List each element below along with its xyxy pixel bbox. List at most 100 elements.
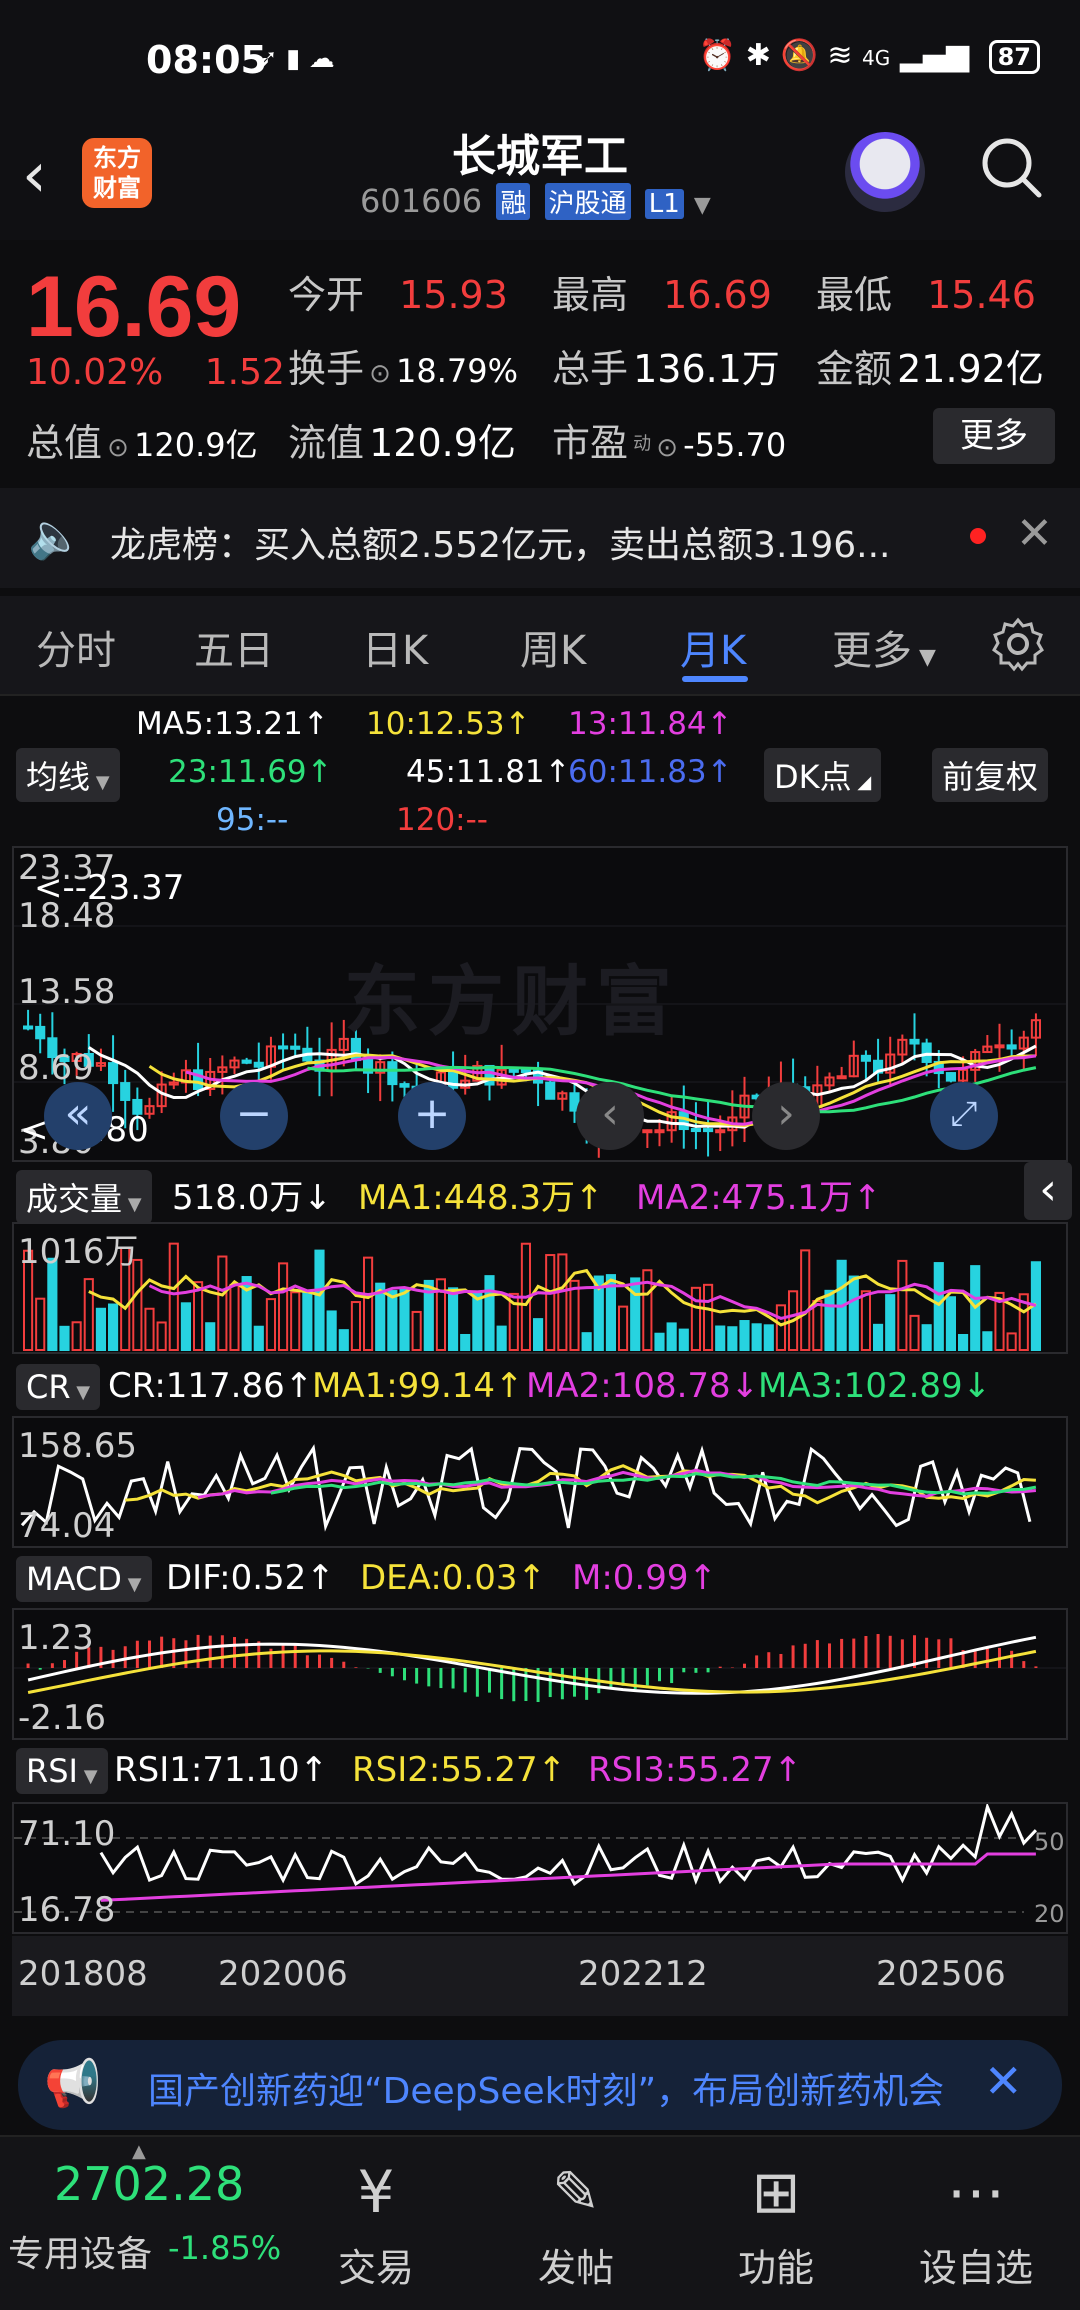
volume-bar (326, 1310, 337, 1351)
ma45-label: 45:11.81↑ (406, 754, 571, 790)
low-field: 最低 15.46 (816, 273, 1036, 317)
more-dots-icon: ⋯ (947, 2158, 1005, 2226)
volume-bar (83, 1278, 94, 1351)
rewind-icon[interactable]: « (44, 1082, 112, 1150)
macd-selector[interactable]: MACD ▼ (16, 1556, 152, 1602)
tab-monthly[interactable]: 月K (680, 618, 746, 676)
tab-intraday[interactable]: 分时 (36, 618, 116, 676)
tab-weekly[interactable]: 周K (520, 618, 586, 676)
network-label: 4G (862, 46, 891, 70)
collapse-icon[interactable]: ‹ (1024, 1162, 1072, 1220)
macd-m: M:0.99↑ (572, 1558, 717, 1598)
volume-bar (302, 1292, 313, 1351)
volume-bar (484, 1275, 495, 1352)
dragon-tiger-bar[interactable]: 🔈 龙虎榜：买入总额2.552亿元，卖出总额3.196... ✕ (0, 488, 1080, 588)
index-ticker[interactable]: ▲ 2702.28 专用设备 -1.85% (0, 2137, 290, 2310)
macd-y-max: 1.23 (18, 1618, 94, 1658)
next-icon[interactable]: › (752, 1082, 820, 1150)
tag-margin: 融 (496, 183, 531, 220)
chevron-down-icon: ▼ (693, 193, 711, 218)
candle (1006, 1044, 1017, 1050)
more-button[interactable]: 更多 (933, 408, 1055, 464)
close-icon[interactable]: ✕ (984, 2054, 1023, 2108)
ma-selector[interactable]: 均线 ▼ (16, 748, 120, 802)
candle (35, 1025, 46, 1040)
volume-bar (314, 1249, 325, 1351)
zoom-in-icon[interactable]: + (398, 1082, 466, 1150)
tab-daily[interactable]: 日K (362, 618, 428, 676)
stock-code-row[interactable]: 601606 融 沪股通 L1 ▼ (360, 182, 711, 220)
tab-5day[interactable]: 五日 (194, 618, 274, 676)
candle (253, 1061, 264, 1068)
volume-bar (945, 1296, 956, 1351)
pe-field: 市盈 动 ⊙ -55.70 (552, 421, 787, 465)
rsi-selector[interactable]: RSI ▼ (16, 1748, 108, 1794)
nav-add-watchlist[interactable]: ⋯ 设自选 (876, 2157, 1076, 2292)
fullscreen-icon[interactable]: ⤢ (930, 1082, 998, 1150)
dif-line (27, 1635, 1037, 1695)
close-icon[interactable]: ✕ (1016, 508, 1053, 559)
cr-chart[interactable]: 158.65 74.04 (12, 1416, 1068, 1548)
rsi2-value: RSI2:55.27↑ (352, 1750, 567, 1790)
volume-bar (460, 1333, 471, 1352)
candle (241, 1059, 252, 1064)
robot-avatar[interactable] (845, 132, 925, 212)
gear-icon[interactable] (990, 616, 1046, 672)
volume-bar (132, 1258, 143, 1351)
zoom-out-icon[interactable]: − (220, 1082, 288, 1150)
speaker-icon: 🔈 (28, 511, 83, 562)
dk-point-button[interactable]: DK点 ◢ (764, 748, 882, 802)
rsi-chart[interactable]: 71.10 16.78 50 20 (12, 1802, 1068, 1934)
candle (387, 1061, 398, 1086)
quote-panel: 16.69 10.02% 1.52 今开 15.93 最高 16.69 最低 1… (0, 240, 1080, 480)
x-label-4: 202506 (876, 1954, 1006, 1994)
ma10-label: 10:12.53↑ (366, 706, 531, 742)
bluetooth-icon: ✱ (745, 38, 771, 73)
macd-chart[interactable]: 1.23 -2.16 (12, 1608, 1068, 1740)
candle (23, 1025, 34, 1030)
volume-bar (411, 1310, 422, 1351)
unread-dot (970, 528, 986, 544)
info-icon[interactable]: ⊙ (107, 433, 129, 463)
info-icon[interactable]: ⊙ (369, 359, 391, 389)
volume-bar (193, 1281, 204, 1351)
change-amount: 1.52 (204, 352, 285, 393)
nav-functions[interactable]: ⊞ 功能 (676, 2157, 876, 2292)
high-field: 最高 16.69 (552, 273, 772, 317)
sector-name: 专用设备 (8, 2234, 153, 2275)
rsi-level-50: 50 (1034, 1828, 1065, 1856)
volume-bar (921, 1324, 932, 1352)
promo-banner[interactable]: 📢 国产创新药迎“DeepSeek时刻”，布局创新药机会 ✕ (18, 2040, 1062, 2130)
tag-connect: 沪股通 (544, 183, 631, 220)
macd-dif: DIF:0.52↑ (166, 1558, 335, 1598)
kline-chart[interactable]: 东方财富 23.37 18.48 13.58 8.69 3.80 <--23.3… (12, 846, 1068, 1162)
macd-dea: DEA:0.03↑ (360, 1558, 546, 1598)
candle (108, 1062, 119, 1085)
volume-selector[interactable]: 成交量 ▼ (16, 1170, 152, 1224)
rsi-level-20: 20 (1034, 1900, 1065, 1928)
cr-selector[interactable]: CR ▼ (16, 1364, 101, 1410)
sector-change: -1.85% (168, 2229, 282, 2267)
nav-trade[interactable]: ¥ 交易 (276, 2157, 476, 2292)
volume-bar (824, 1289, 835, 1351)
volume-bar (909, 1314, 920, 1351)
macd-plot (14, 1634, 1066, 1703)
nav-post[interactable]: ✎ 发帖 (476, 2157, 676, 2292)
volume-chart[interactable]: 1016万 (12, 1222, 1068, 1354)
volume-field: 总手 136.1万 (552, 347, 780, 391)
candle (921, 1042, 932, 1063)
rsi-y-min: 16.78 (18, 1890, 116, 1930)
stock-code: 601606 (360, 182, 483, 220)
volume-bar (860, 1290, 871, 1351)
search-icon[interactable] (978, 134, 1044, 200)
info-icon[interactable]: ⊙ (656, 433, 678, 463)
promo-text: 国产创新药迎“DeepSeek时刻”，布局创新药机会 (148, 2071, 945, 2112)
open-field: 今开 15.93 (288, 273, 508, 317)
tab-more[interactable]: 更多 ▼ (832, 618, 936, 676)
adjust-button[interactable]: 前复权 (932, 748, 1049, 802)
ma13-label: 13:11.84↑ (568, 706, 733, 742)
x-label-2: 202006 (218, 1954, 348, 1994)
prev-icon[interactable]: ‹ (576, 1082, 644, 1150)
signal-icon: ▂▄▆ (899, 38, 970, 73)
volume-bar (751, 1323, 762, 1351)
